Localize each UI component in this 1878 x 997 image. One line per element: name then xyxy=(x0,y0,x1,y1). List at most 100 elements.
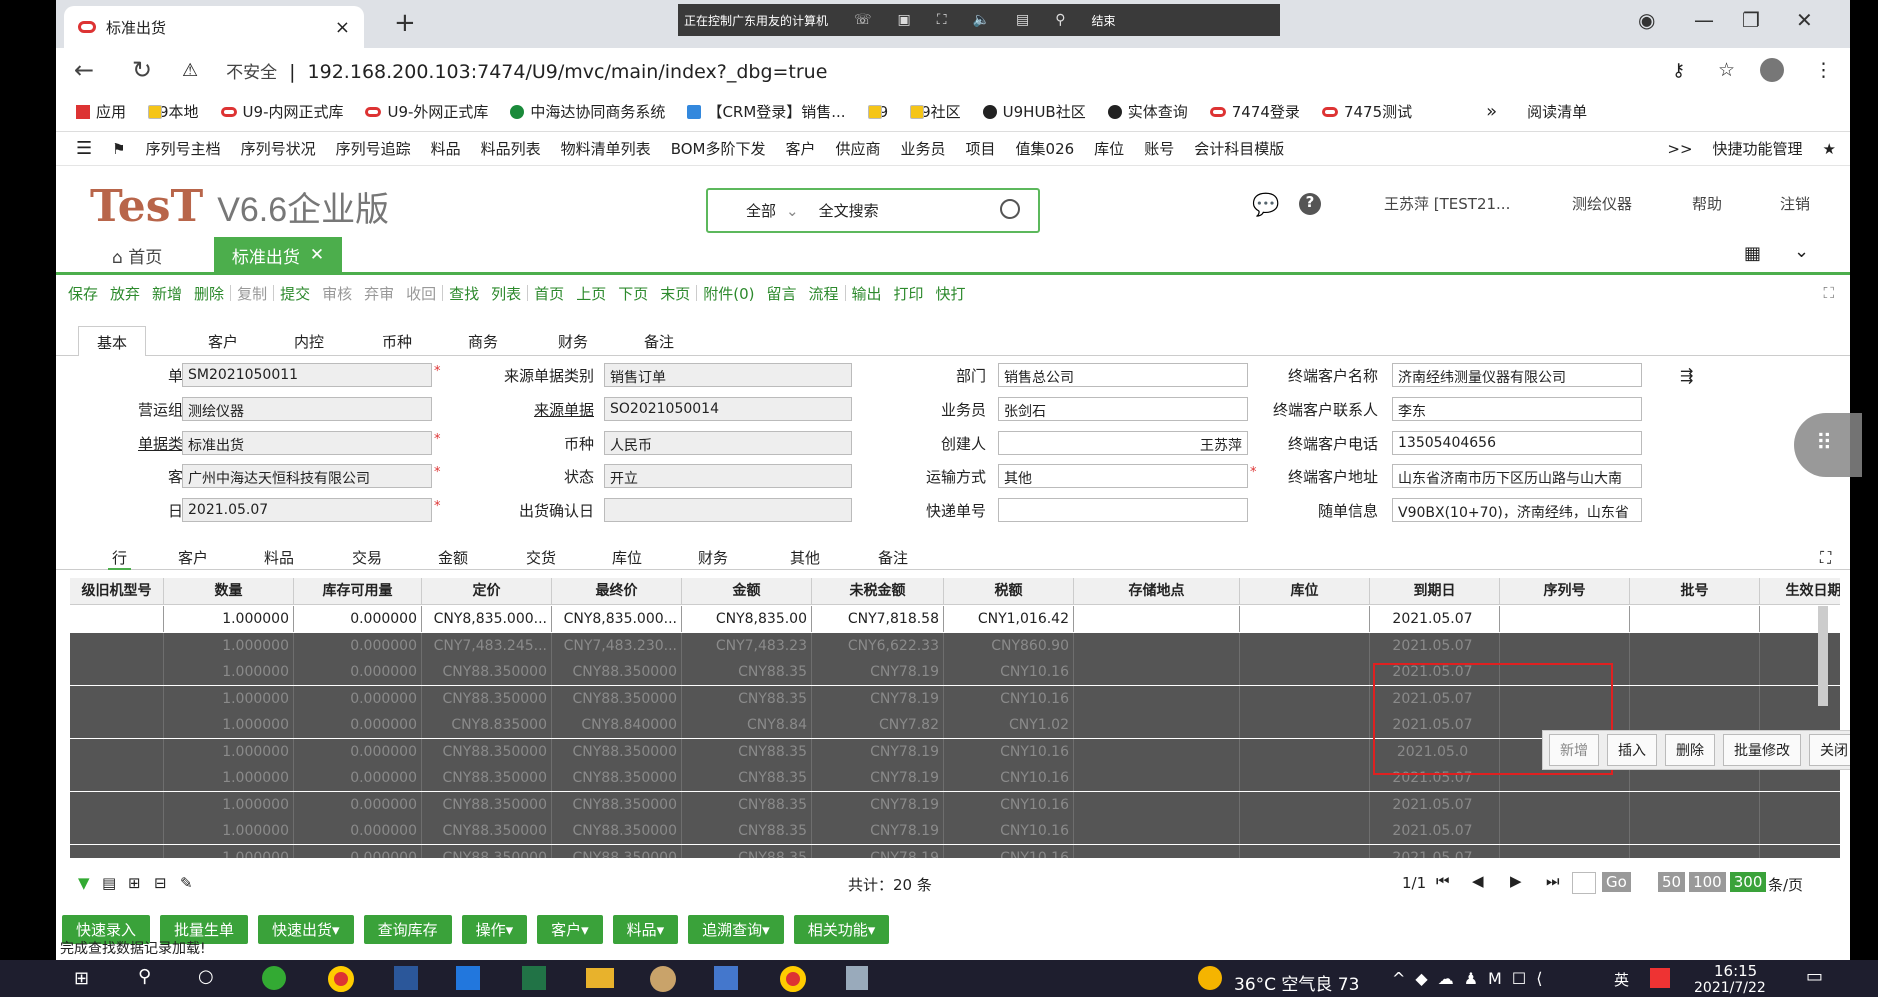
table-row[interactable]: 1.000000 0.000000 CNY88.350000 CNY88.350000… xyxy=(70,791,1840,818)
app-menu-item[interactable]: 项目 xyxy=(956,138,1006,159)
app-menu-item[interactable]: 物料清单列表 xyxy=(551,138,661,159)
table-cell[interactable] xyxy=(1630,632,1760,659)
toolbar-button[interactable]: 首页 xyxy=(528,283,570,304)
table-row[interactable]: 1.000000 0.000000 CNY8,835.000... CNY8,835.… xyxy=(70,606,1840,632)
table-cell[interactable] xyxy=(1760,686,1840,712)
page-input[interactable] xyxy=(1572,872,1596,894)
grid-column-header[interactable]: 未税金额 xyxy=(812,578,944,605)
table-cell[interactable]: CNY88.350000 xyxy=(422,844,552,858)
table-cell[interactable]: CNY7,483.230... xyxy=(552,632,682,659)
folder-icon[interactable] xyxy=(586,968,614,988)
flag-icon[interactable]: ⚑ xyxy=(102,140,135,158)
table-cell[interactable] xyxy=(1240,738,1370,765)
back-icon[interactable]: ← xyxy=(74,56,114,84)
field-input[interactable]: 销售总公司 xyxy=(998,363,1248,387)
chevron-down-icon[interactable]: ⌄ xyxy=(1794,241,1809,262)
table-cell[interactable]: CNY88.35 xyxy=(682,659,812,685)
bookmark-item[interactable]: U9-内网正式库 xyxy=(213,101,352,122)
grid-column-header[interactable]: 定价 xyxy=(422,578,552,605)
grid-tab[interactable]: 客户 xyxy=(178,547,208,568)
table-cell[interactable] xyxy=(1240,844,1370,858)
table-cell[interactable]: 0.000000 xyxy=(294,712,422,738)
settings-icon[interactable]: ⇶ xyxy=(1680,366,1693,385)
table-cell[interactable]: 1.000000 xyxy=(164,791,294,818)
table-cell[interactable] xyxy=(1760,659,1840,685)
table-cell[interactable] xyxy=(1074,685,1240,712)
bookmark-item[interactable]: U9HUB社区 xyxy=(975,101,1094,122)
logout-link[interactable]: 注销 xyxy=(1780,193,1810,214)
field-input[interactable] xyxy=(998,498,1248,522)
field-input[interactable]: 2021.05.07 xyxy=(182,498,432,522)
bookmark-item[interactable]: U9本地 xyxy=(140,101,207,122)
table-cell[interactable]: CNY7,483.245... xyxy=(422,632,552,659)
table-cell[interactable] xyxy=(1240,791,1370,818)
toolbar-button[interactable]: 提交 xyxy=(274,283,316,304)
app-menu-item[interactable]: 料品列表 xyxy=(471,138,551,159)
field-input[interactable]: 销售订单 xyxy=(604,363,852,387)
bookmark-item[interactable]: U9 xyxy=(860,103,897,121)
table-cell[interactable]: CNY88.35 xyxy=(682,818,812,844)
table-cell[interactable]: CNY78.19 xyxy=(812,738,944,765)
table-cell[interactable] xyxy=(1074,844,1240,858)
form-tab[interactable]: 商务 xyxy=(468,331,498,352)
toolbar-button[interactable]: 打印 xyxy=(888,283,930,304)
table-cell[interactable]: CNY860.90 xyxy=(944,632,1074,659)
table-cell[interactable] xyxy=(1630,791,1760,818)
app-menu-more[interactable]: >> xyxy=(1657,140,1702,158)
phone-icon[interactable]: ☏ xyxy=(854,12,872,28)
restore-icon[interactable]: ❐ xyxy=(1742,8,1760,32)
field-input[interactable]: 张剑石 xyxy=(998,397,1248,421)
table-cell[interactable] xyxy=(70,659,164,685)
table-cell[interactable]: CNY10.16 xyxy=(944,659,1074,685)
bottom-action-button[interactable]: 相关功能▾ xyxy=(793,914,890,944)
toolbar-button[interactable]: 快打 xyxy=(930,283,972,304)
table-cell[interactable] xyxy=(1500,818,1630,844)
table-cell[interactable]: CNY10.16 xyxy=(944,791,1074,818)
table-cell[interactable]: CNY6,622.33 xyxy=(812,632,944,659)
search-scope[interactable]: 全部 xyxy=(746,200,776,221)
toolbar-button[interactable]: 下页 xyxy=(612,283,654,304)
table-row[interactable]: 1.000000 0.000000 CNY88.350000 CNY88.350000… xyxy=(70,844,1840,858)
table-cell[interactable] xyxy=(70,606,164,632)
chrome-icon[interactable] xyxy=(780,966,806,992)
fullscreen-icon[interactable]: ⛶ xyxy=(937,12,947,28)
bookmarks-more[interactable]: » xyxy=(1486,101,1497,122)
star-icon[interactable]: ☆ xyxy=(1718,59,1735,81)
table-cell[interactable] xyxy=(1074,606,1240,632)
help-menu[interactable]: 帮助 xyxy=(1692,193,1722,214)
table-cell[interactable]: 1.000000 xyxy=(164,685,294,712)
insert-row-icon[interactable]: ⊞ xyxy=(128,874,141,892)
hd-icon[interactable]: ▤ xyxy=(1016,12,1029,28)
table-cell[interactable] xyxy=(70,791,164,818)
user-menu[interactable]: 王苏萍 [TEST21... xyxy=(1384,193,1510,214)
grid-column-header[interactable]: 生效日期 xyxy=(1760,578,1841,605)
table-cell[interactable]: CNY8,835.000... xyxy=(552,606,682,632)
grid-column-header[interactable]: 库位 xyxy=(1240,578,1370,605)
toolbar-button[interactable]: 收回 xyxy=(400,283,442,304)
notification-icon[interactable]: ▭ xyxy=(1806,966,1823,987)
toolbar-button[interactable]: 复制 xyxy=(231,283,273,304)
grid-column-header[interactable]: 到期日 xyxy=(1370,578,1500,605)
table-cell[interactable]: CNY88.350000 xyxy=(552,659,682,685)
toolbar-button[interactable]: 留言 xyxy=(760,283,802,304)
table-cell[interactable]: CNY78.19 xyxy=(812,791,944,818)
field-input[interactable]: 山东省济南市历下区历山路与山大南 xyxy=(1392,464,1642,488)
grid-tab[interactable]: 其他 xyxy=(790,547,820,568)
grid-tab[interactable]: 料品 xyxy=(264,547,294,568)
table-cell[interactable] xyxy=(1630,685,1760,712)
grid-column-header[interactable]: 序列号 xyxy=(1500,578,1630,605)
field-input[interactable]: 王苏萍 xyxy=(998,431,1248,455)
table-cell[interactable] xyxy=(1630,606,1760,632)
grid-tab[interactable]: 备注 xyxy=(878,547,908,568)
table-cell[interactable]: 2021.05.07 xyxy=(1370,606,1500,632)
table-cell[interactable]: CNY7,483.23 xyxy=(682,632,812,659)
table-cell[interactable] xyxy=(1500,632,1630,659)
vertical-scrollbar[interactable] xyxy=(1818,606,1828,706)
app-menu-item[interactable]: 供应商 xyxy=(825,138,890,159)
table-cell[interactable]: 1.000000 xyxy=(164,632,294,659)
app-menu-item[interactable]: 序列号主档 xyxy=(136,138,231,159)
task-view-icon[interactable]: ○ xyxy=(198,966,214,987)
table-cell[interactable]: 1.000000 xyxy=(164,606,294,632)
bookmark-item[interactable]: U9-外网正式库 xyxy=(357,101,496,122)
table-cell[interactable]: CNY7,818.58 xyxy=(812,606,944,632)
